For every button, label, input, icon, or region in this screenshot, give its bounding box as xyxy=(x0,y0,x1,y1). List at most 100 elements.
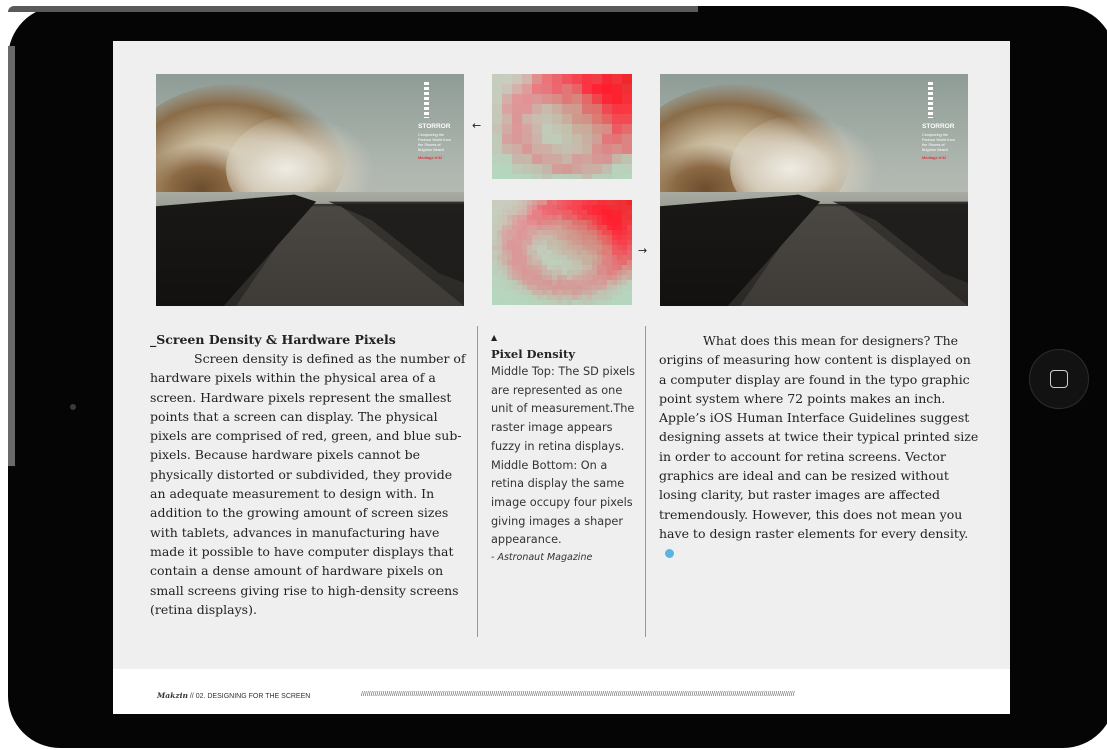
pixel-cell xyxy=(542,104,553,115)
pixel-cell xyxy=(517,255,523,261)
pixel-cell xyxy=(607,200,613,206)
pixel-cell xyxy=(587,270,593,276)
pixel-cell xyxy=(592,255,598,261)
pixel-cell xyxy=(522,250,528,256)
pixel-cell xyxy=(527,285,533,291)
pixel-cell xyxy=(577,230,583,236)
pixel-cell xyxy=(602,255,608,261)
pixel-cell xyxy=(562,295,568,301)
pixel-cell xyxy=(497,205,503,211)
pixel-cell xyxy=(522,295,528,301)
pixel-cell xyxy=(587,205,593,211)
pixel-cell xyxy=(577,220,583,226)
pixel-cell xyxy=(567,200,573,206)
pixel-cell xyxy=(622,215,628,221)
pixel-cell xyxy=(602,174,613,179)
article-body: Screen density is defined as the number … xyxy=(150,351,466,617)
pixel-cell xyxy=(622,275,628,281)
pixel-cell xyxy=(537,200,543,206)
pixel-cell xyxy=(582,154,593,165)
pixel-cell xyxy=(492,174,503,179)
pixel-cell xyxy=(542,240,548,246)
pixel-cell xyxy=(517,275,523,281)
pixel-cell xyxy=(527,210,533,216)
pixel-cell xyxy=(517,260,523,266)
pixel-cell xyxy=(522,265,528,271)
pixel-cell xyxy=(602,245,608,251)
pixel-cell xyxy=(492,144,503,155)
pixel-cell xyxy=(602,265,608,271)
pixel-cell xyxy=(522,114,533,125)
pixel-cell xyxy=(552,285,558,291)
pixel-cell xyxy=(572,245,578,251)
pixel-cell xyxy=(497,295,503,301)
pixel-cell xyxy=(582,260,588,266)
pixel-cell xyxy=(532,260,538,266)
pixel-cell xyxy=(587,265,593,271)
pixel-cell xyxy=(497,245,503,251)
pixel-cell xyxy=(602,285,608,291)
pixel-cell xyxy=(587,225,593,231)
pixel-cell xyxy=(512,260,518,266)
pixel-cell xyxy=(562,270,568,276)
pixel-cell xyxy=(602,124,613,135)
pixel-cell xyxy=(527,260,533,266)
pixel-cell xyxy=(527,255,533,261)
pixel-cell xyxy=(587,245,593,251)
pixel-cell xyxy=(572,265,578,271)
pixel-cell xyxy=(492,225,498,231)
pixel-cell xyxy=(577,215,583,221)
heading-text: Screen Density & Hardware Pixels xyxy=(156,332,396,347)
pixel-cell xyxy=(567,225,573,231)
pixel-cell xyxy=(602,280,608,286)
pixel-cell xyxy=(607,290,613,296)
pixel-cell xyxy=(512,265,518,271)
pixel-cell xyxy=(512,270,518,276)
pixel-cell xyxy=(602,114,613,125)
pixel-cell xyxy=(607,260,613,266)
pixel-cell xyxy=(617,245,623,251)
pixel-cell xyxy=(607,285,613,291)
pixel-cell xyxy=(532,295,538,301)
pixel-cell xyxy=(542,230,548,236)
pixel-cell xyxy=(562,200,568,206)
pixel-cell xyxy=(492,285,498,291)
pixel-cell xyxy=(492,265,498,271)
pixel-cell xyxy=(617,210,623,216)
pixel-cell xyxy=(512,245,518,251)
pixel-cell xyxy=(592,265,598,271)
pixel-cell xyxy=(517,205,523,211)
pixel-cell xyxy=(617,295,623,301)
pixel-cell xyxy=(582,144,593,155)
pixel-cell xyxy=(622,220,628,226)
pixel-cell xyxy=(622,94,632,105)
pixel-cell xyxy=(607,210,613,216)
pixel-cell xyxy=(522,225,528,231)
pixel-cell xyxy=(592,245,598,251)
pixel-cell xyxy=(627,215,632,221)
pixel-cell xyxy=(547,250,553,256)
pixel-cell xyxy=(592,280,598,286)
pixel-cell xyxy=(562,205,568,211)
pixel-cell xyxy=(567,260,573,266)
pixel-cell xyxy=(557,205,563,211)
pixel-cell xyxy=(502,280,508,286)
pixel-cell xyxy=(607,255,613,261)
pixel-cell xyxy=(532,265,538,271)
pixel-cell xyxy=(572,200,578,206)
pixel-cell xyxy=(507,210,513,216)
pixel-cell xyxy=(617,265,623,271)
pixel-cell xyxy=(612,174,623,179)
pixel-cell xyxy=(517,200,523,206)
pixel-cell xyxy=(512,290,518,296)
pixel-cell xyxy=(542,285,548,291)
pixel-cell xyxy=(527,280,533,286)
pixel-cell xyxy=(497,240,503,246)
pixel-cell xyxy=(572,114,583,125)
pixel-cell xyxy=(597,215,603,221)
pixel-cell xyxy=(522,200,528,206)
pixel-cell xyxy=(612,300,618,305)
pixel-cell xyxy=(512,200,518,206)
pixel-cell xyxy=(587,295,593,301)
home-button[interactable] xyxy=(1029,349,1089,409)
